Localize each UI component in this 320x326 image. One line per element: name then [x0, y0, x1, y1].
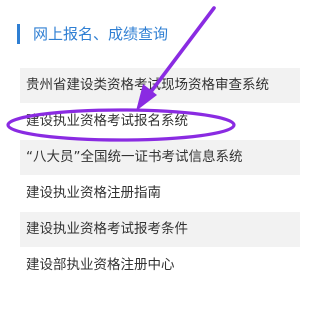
section-title: 网上报名、成绩查询 — [33, 25, 169, 43]
link-registration-guide[interactable]: 建设执业资格注册指南 — [20, 176, 300, 211]
link-registration-exam-system[interactable]: 建设执业资格考试报名系统 — [20, 104, 300, 139]
link-qualification-review-system[interactable]: 贵州省建设类资格考试现场资格审查系统 — [20, 68, 300, 103]
link-registration-center[interactable]: 建设部执业资格注册中心 — [20, 248, 300, 283]
section-header: 网上报名、成绩查询 — [17, 24, 287, 44]
link-eight-staff-exam-info-system[interactable]: “八大员”全国统一证书考试信息系统 — [20, 140, 300, 175]
link-exam-eligibility-conditions[interactable]: 建设执业资格考试报考条件 — [20, 212, 300, 247]
link-list: 贵州省建设类资格考试现场资格审查系统 建设执业资格考试报名系统 “八大员”全国统… — [20, 68, 300, 284]
header-accent-bar — [17, 24, 20, 44]
